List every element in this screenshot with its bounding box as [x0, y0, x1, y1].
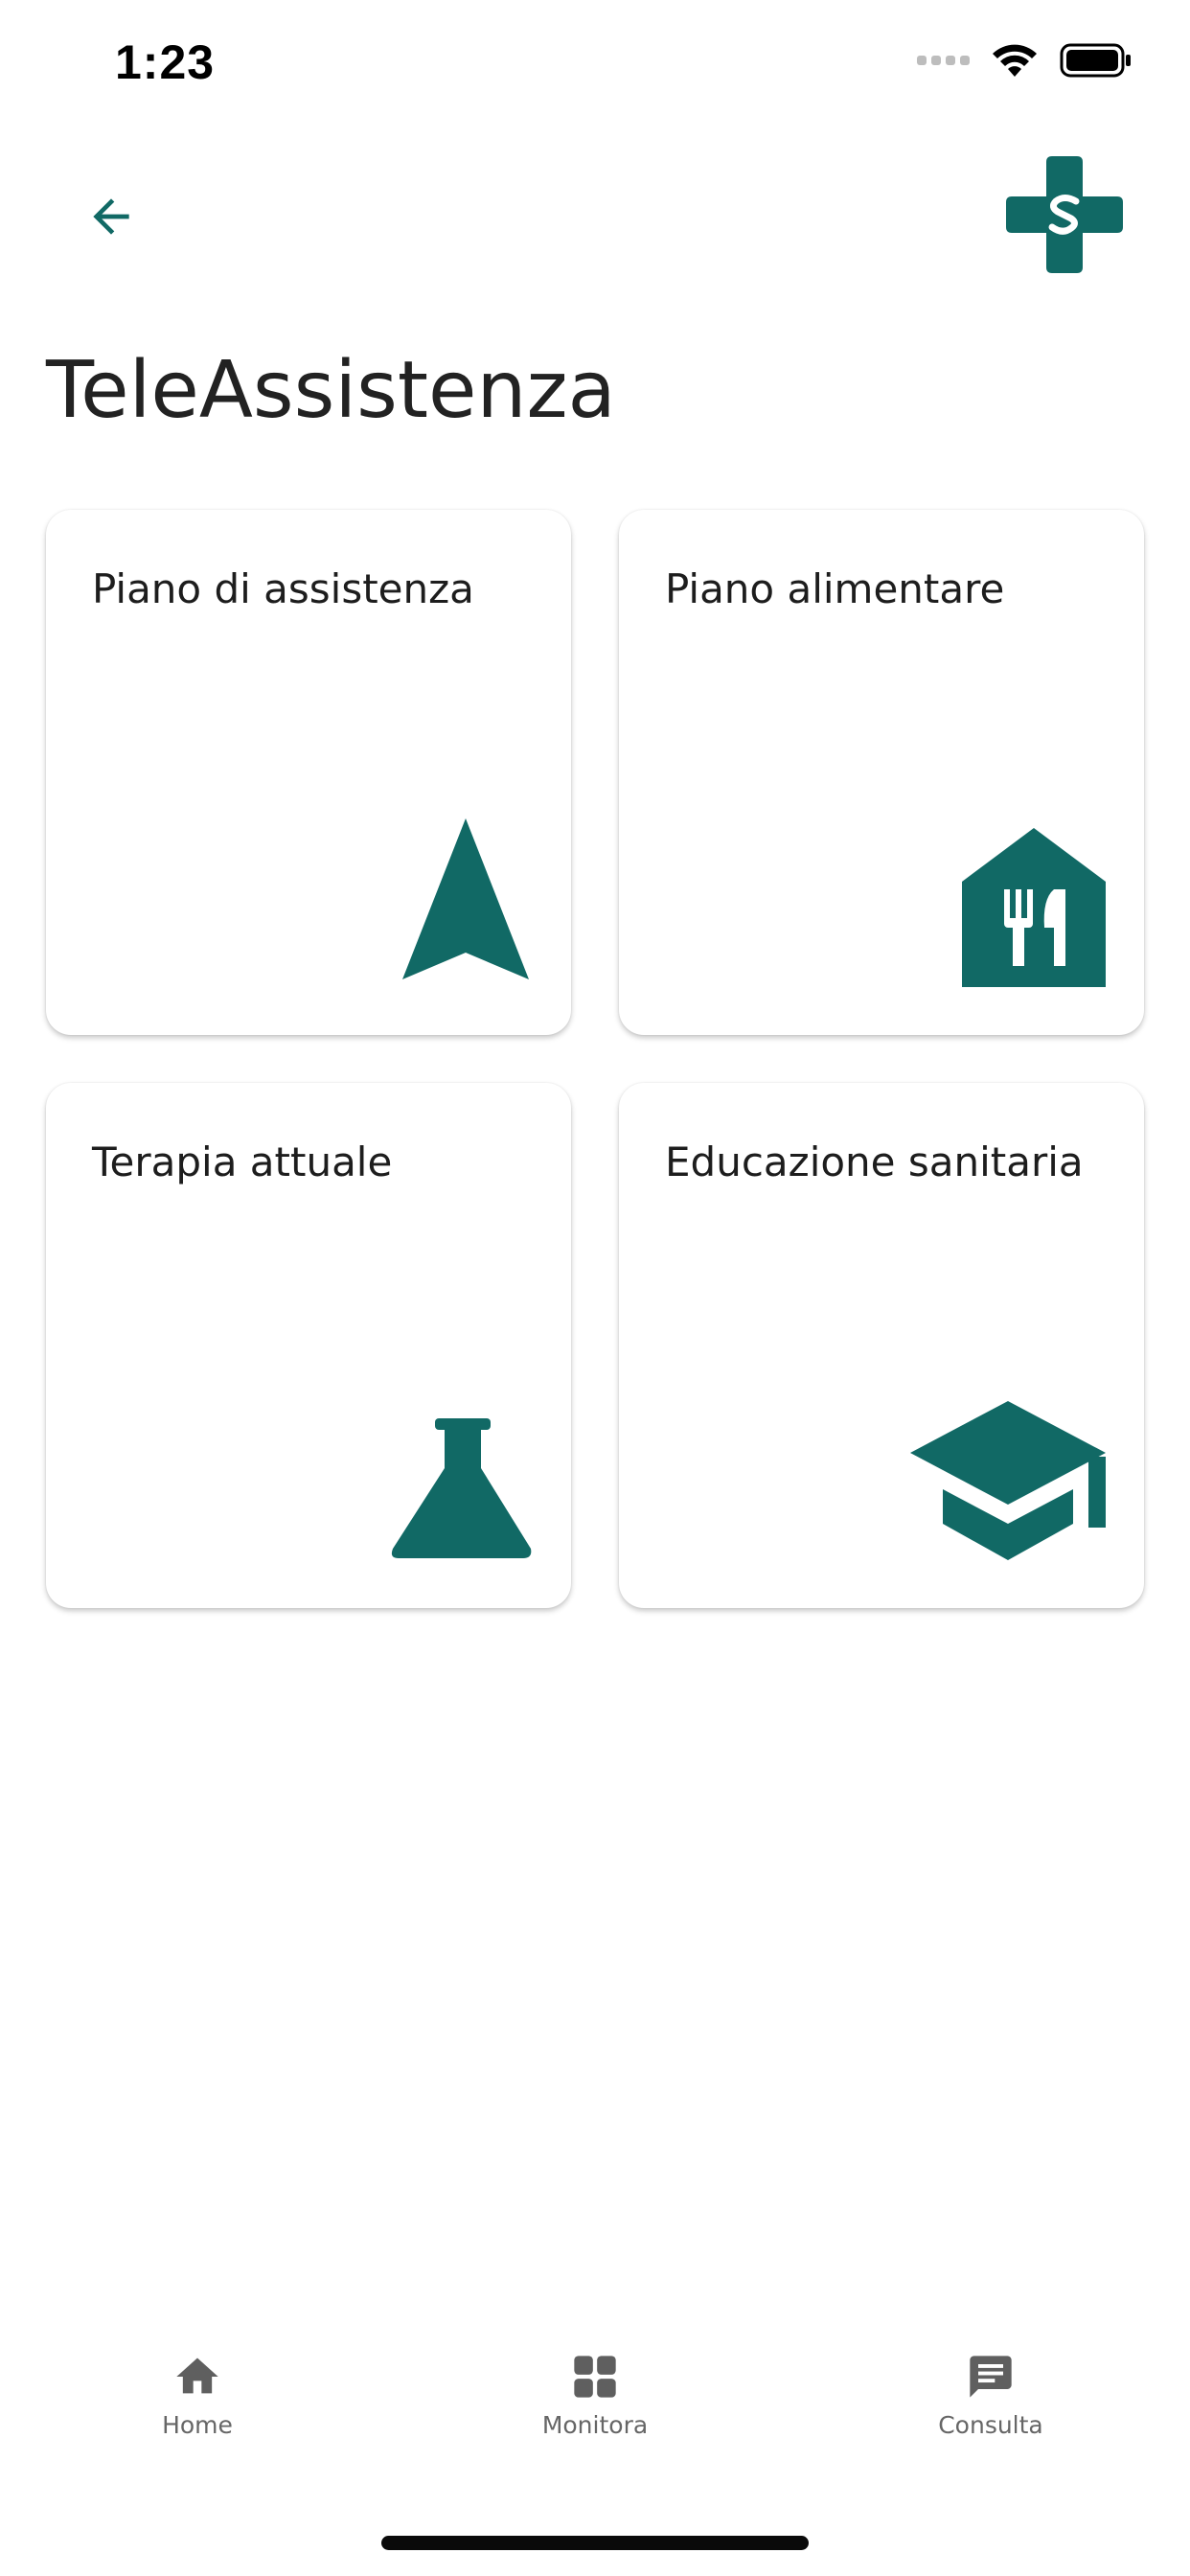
wifi-icon — [993, 44, 1037, 77]
nav-home[interactable]: Home — [82, 2352, 312, 2457]
restaurant-house-icon — [962, 828, 1106, 987]
flask-icon — [391, 1418, 532, 1558]
page-title: TeleAssistenza — [46, 345, 616, 436]
bottom-navigation: Home Monitora Consulta — [0, 2338, 1190, 2472]
battery-icon — [1060, 43, 1131, 78]
card-label: Terapia attuale — [92, 1138, 393, 1185]
home-indicator[interactable] — [381, 2536, 809, 2550]
nav-label: Monitora — [541, 2411, 649, 2439]
card-educazione-sanitaria[interactable]: Educazione sanitaria — [619, 1083, 1144, 1608]
nav-monitora[interactable]: Monitora — [480, 2352, 710, 2457]
nav-consulta[interactable]: Consulta — [876, 2352, 1106, 2457]
graduation-cap-icon — [910, 1401, 1106, 1560]
back-button[interactable] — [77, 182, 146, 251]
app-logo — [1006, 156, 1123, 273]
dashboard-grid-icon — [574, 2356, 616, 2398]
medical-cross-logo-icon — [1006, 156, 1123, 273]
card-label: Piano di assistenza — [92, 565, 474, 612]
cellular-signal-icon — [917, 56, 970, 65]
home-icon — [176, 2358, 218, 2394]
card-piano-assistenza[interactable]: Piano di assistenza — [46, 510, 571, 1035]
card-label: Piano alimentare — [665, 565, 1005, 612]
card-label: Educazione sanitaria — [665, 1138, 1084, 1185]
arrow-back-icon — [93, 198, 129, 235]
status-indicators — [917, 42, 1133, 79]
status-bar: 1:23 — [0, 0, 1190, 126]
card-terapia-attuale[interactable]: Terapia attuale — [46, 1083, 571, 1608]
chat-icon — [970, 2356, 1012, 2398]
nav-label: Consulta — [938, 2411, 1043, 2439]
status-time: 1:23 — [115, 35, 216, 89]
nav-label: Home — [162, 2411, 233, 2439]
card-piano-alimentare[interactable]: Piano alimentare — [619, 510, 1144, 1035]
navigation-arrow-icon — [402, 818, 529, 979]
